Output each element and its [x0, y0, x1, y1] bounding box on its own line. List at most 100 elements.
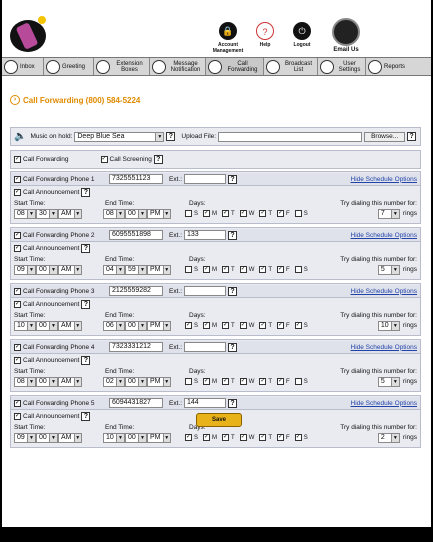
- end-minute-select[interactable]: 59 ▼: [125, 264, 147, 275]
- day-checkbox[interactable]: [185, 210, 192, 217]
- end-ampm-select[interactable]: PM ▼: [147, 376, 171, 387]
- end-minute-select[interactable]: 00 ▼: [125, 208, 147, 219]
- day-checkbox[interactable]: ✓: [239, 322, 247, 329]
- nav-tab-extension-boxes[interactable]: Extension Boxes: [94, 58, 150, 75]
- help-icon[interactable]: ?: [81, 244, 91, 253]
- phone-number-input[interactable]: 6094431827: [109, 398, 163, 408]
- day-checkbox[interactable]: ✓: [222, 322, 230, 329]
- call-announcement-checkbox[interactable]: ✓: [14, 189, 21, 196]
- start-minute-select[interactable]: 00 ▼: [36, 432, 58, 443]
- help-icon[interactable]: ?: [228, 230, 238, 240]
- start-minute-select[interactable]: 30 ▼: [36, 208, 58, 219]
- ext-input[interactable]: [184, 342, 227, 352]
- day-checkbox[interactable]: [185, 266, 192, 273]
- nav-tab-call-forwarding[interactable]: Call Forwarding: [206, 58, 264, 75]
- end-minute-select[interactable]: 00 ▼: [125, 320, 147, 331]
- rings-select[interactable]: 2 ▼: [377, 432, 400, 443]
- end-hour-select[interactable]: 06 ▼: [103, 320, 125, 331]
- day-checkbox[interactable]: ✓: [185, 434, 192, 441]
- rings-select[interactable]: 7 ▼: [377, 208, 400, 219]
- day-checkbox[interactable]: ✓: [277, 378, 285, 385]
- day-checkbox[interactable]: ✓: [185, 322, 192, 329]
- day-checkbox[interactable]: ✓: [203, 434, 211, 441]
- phone-enabled-checkbox[interactable]: ✓: [14, 231, 21, 239]
- hide-schedule-options-link[interactable]: Hide Schedule Options: [351, 400, 418, 407]
- ext-input[interactable]: [184, 174, 227, 184]
- save-button[interactable]: Save: [196, 413, 242, 427]
- day-checkbox[interactable]: [185, 378, 192, 385]
- day-checkbox[interactable]: ✓: [222, 378, 230, 385]
- day-checkbox[interactable]: [294, 210, 302, 217]
- phone-enabled-checkbox[interactable]: ✓: [14, 399, 21, 407]
- phone-number-input[interactable]: 7323331212: [109, 342, 163, 352]
- end-ampm-select[interactable]: PM ▼: [147, 264, 171, 275]
- day-checkbox[interactable]: ✓: [203, 378, 211, 385]
- day-checkbox[interactable]: [294, 266, 302, 273]
- help-icon[interactable]: ?: [81, 188, 91, 197]
- ext-input[interactable]: 133: [184, 230, 227, 240]
- end-ampm-select[interactable]: PM ▼: [147, 432, 171, 443]
- help-icon[interactable]: ?: [166, 132, 176, 141]
- music-on-hold-select[interactable]: Deep Blue Sea ▼: [74, 131, 165, 142]
- end-minute-select[interactable]: 00 ▼: [125, 376, 147, 387]
- help-icon[interactable]: ?: [228, 342, 238, 352]
- nav-tab-user-settings[interactable]: User Settings: [318, 58, 366, 75]
- day-checkbox[interactable]: ✓: [222, 434, 230, 441]
- email-us-link[interactable]: Email Us: [326, 18, 366, 53]
- upload-file-input[interactable]: [218, 131, 363, 142]
- day-checkbox[interactable]: ✓: [277, 434, 285, 441]
- account-management-link[interactable]: 🔒 Account Management: [208, 22, 248, 54]
- phone-enabled-checkbox[interactable]: ✓: [14, 175, 21, 183]
- help-icon[interactable]: ?: [153, 155, 163, 164]
- start-minute-select[interactable]: 00 ▼: [36, 264, 58, 275]
- help-icon[interactable]: ?: [228, 286, 238, 296]
- ext-input[interactable]: [184, 286, 227, 296]
- help-icon[interactable]: ?: [228, 174, 238, 184]
- end-hour-select[interactable]: 08 ▼: [103, 208, 125, 219]
- day-checkbox[interactable]: ✓: [259, 266, 267, 273]
- day-checkbox[interactable]: ✓: [277, 266, 285, 273]
- day-checkbox[interactable]: ✓: [277, 322, 285, 329]
- call-announcement-checkbox[interactable]: ✓: [14, 301, 21, 308]
- end-hour-select[interactable]: 04 ▼: [103, 264, 125, 275]
- call-forwarding-checkbox[interactable]: ✓: [14, 156, 21, 163]
- help-icon[interactable]: ?: [228, 398, 238, 408]
- rings-select[interactable]: 10 ▼: [377, 320, 400, 331]
- hide-schedule-options-link[interactable]: Hide Schedule Options: [351, 288, 418, 295]
- start-hour-select[interactable]: 09 ▼: [14, 264, 36, 275]
- end-minute-select[interactable]: 00 ▼: [125, 432, 147, 443]
- start-ampm-select[interactable]: AM ▼: [58, 208, 82, 219]
- start-hour-select[interactable]: 10 ▼: [14, 320, 36, 331]
- rings-select[interactable]: 5 ▼: [377, 376, 400, 387]
- start-ampm-select[interactable]: AM ▼: [58, 264, 82, 275]
- phone-enabled-checkbox[interactable]: ✓: [14, 287, 21, 295]
- day-checkbox[interactable]: ✓: [239, 266, 247, 273]
- day-checkbox[interactable]: [294, 378, 302, 385]
- start-ampm-select[interactable]: AM ▼: [58, 320, 82, 331]
- help-icon[interactable]: ?: [81, 412, 91, 421]
- day-checkbox[interactable]: ✓: [222, 210, 230, 217]
- nav-tab-message-notification[interactable]: Message Notification: [150, 58, 206, 75]
- help-icon[interactable]: ?: [407, 132, 417, 141]
- day-checkbox[interactable]: ✓: [259, 210, 267, 217]
- day-checkbox[interactable]: ✓: [259, 322, 267, 329]
- start-hour-select[interactable]: 08 ▼: [14, 208, 36, 219]
- day-checkbox[interactable]: ✓: [259, 378, 267, 385]
- nav-tab-greeting[interactable]: Greeting: [44, 58, 94, 75]
- start-minute-select[interactable]: 00 ▼: [36, 320, 58, 331]
- hide-schedule-options-link[interactable]: Hide Schedule Options: [351, 344, 418, 351]
- hide-schedule-options-link[interactable]: Hide Schedule Options: [351, 232, 418, 239]
- day-checkbox[interactable]: ✓: [222, 266, 230, 273]
- hide-schedule-options-link[interactable]: Hide Schedule Options: [351, 176, 418, 183]
- rings-select[interactable]: 5 ▼: [377, 264, 400, 275]
- help-link[interactable]: ? Help: [245, 22, 285, 48]
- nav-tab-reports[interactable]: Reports: [366, 58, 416, 75]
- day-checkbox[interactable]: ✓: [203, 210, 211, 217]
- phone-number-input[interactable]: 7325551123: [109, 174, 163, 184]
- day-checkbox[interactable]: ✓: [203, 322, 211, 329]
- nav-tab-inbox[interactable]: Inbox: [2, 58, 44, 75]
- phone-number-input[interactable]: 2125559282: [109, 286, 163, 296]
- help-icon[interactable]: ?: [81, 356, 91, 365]
- day-checkbox[interactable]: ✓: [203, 266, 211, 273]
- end-hour-select[interactable]: 10 ▼: [103, 432, 125, 443]
